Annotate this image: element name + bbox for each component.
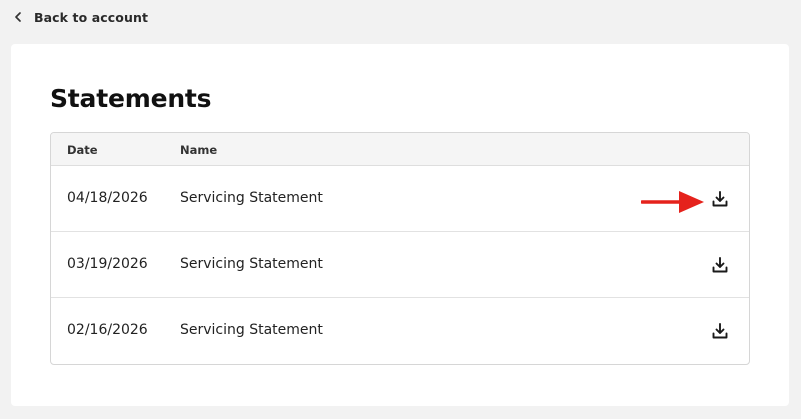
download-button[interactable] xyxy=(709,188,731,210)
statements-card: Statements Date Name 04/18/2026 Servicin… xyxy=(11,44,789,406)
download-icon xyxy=(712,323,728,339)
download-icon xyxy=(712,191,728,207)
download-button[interactable] xyxy=(709,254,731,276)
statement-name: Servicing Statement xyxy=(180,190,323,206)
table-header: Date Name xyxy=(51,133,749,166)
download-icon xyxy=(712,257,728,273)
page-title: Statements xyxy=(50,84,212,113)
column-header-name: Name xyxy=(180,143,218,157)
statement-name: Servicing Statement xyxy=(180,256,323,272)
statement-date: 03/19/2026 xyxy=(67,256,148,272)
back-link-label: Back to account xyxy=(34,9,149,25)
table-row: 02/16/2026 Servicing Statement xyxy=(51,298,749,364)
column-header-date: Date xyxy=(67,143,98,157)
download-button[interactable] xyxy=(709,320,731,342)
back-to-account-link[interactable]: Back to account xyxy=(12,8,148,26)
annotation-arrow xyxy=(641,189,705,215)
statements-table: Date Name 04/18/2026 Servicing Statement… xyxy=(50,132,750,365)
statement-date: 02/16/2026 xyxy=(67,322,148,338)
statement-date: 04/18/2026 xyxy=(67,190,148,206)
table-row: 03/19/2026 Servicing Statement xyxy=(51,232,749,298)
chevron-left-icon xyxy=(15,12,21,22)
statement-name: Servicing Statement xyxy=(180,322,323,338)
